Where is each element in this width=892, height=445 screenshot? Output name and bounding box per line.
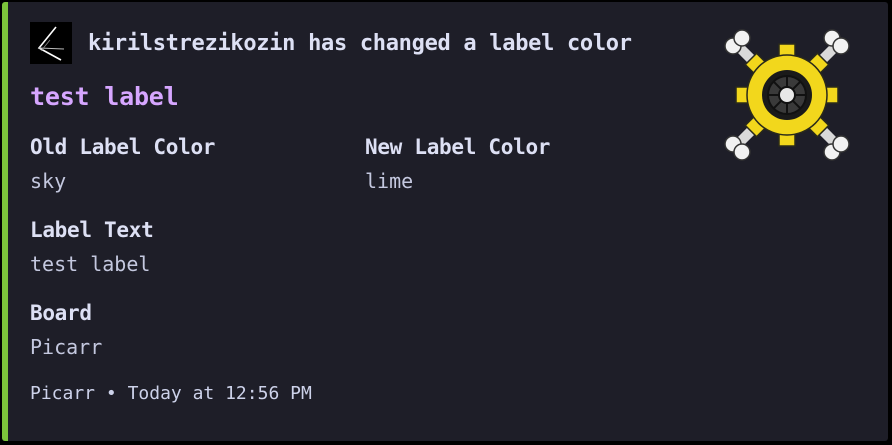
embed-footer: Picarr • Today at 12:56 PM (30, 383, 312, 404)
field-name: Label Text (30, 218, 154, 242)
field-value: lime (365, 169, 414, 193)
embed-author: kirilstrezikozin has changed a label col… (30, 22, 632, 64)
embed-title: test label (30, 82, 179, 111)
field-name: Board (30, 301, 92, 325)
field-name: New Label Color (365, 135, 551, 159)
field-board: Board Picarr (30, 301, 102, 359)
field-value: Picarr (30, 335, 103, 359)
footer-timestamp: Today at 12:56 PM (127, 383, 312, 404)
footer-separator: • (105, 383, 117, 404)
field-value: sky (30, 169, 67, 193)
footer-source: Picarr (30, 383, 96, 404)
embed-accent-bar (2, 2, 8, 441)
author-avatar[interactable] (30, 22, 72, 64)
skull-crossbones-gear-logo-icon[interactable] (720, 28, 854, 162)
embed-card: kirilstrezikozin has changed a label col… (2, 2, 888, 441)
field-new-label-color: New Label Color lime (365, 135, 550, 193)
field-value: test label (30, 252, 151, 276)
field-name: Old Label Color (30, 135, 216, 159)
field-label-text: Label Text test label (30, 218, 154, 276)
author-text: kirilstrezikozin has changed a label col… (88, 30, 632, 56)
field-old-label-color: Old Label Color sky (30, 135, 215, 193)
